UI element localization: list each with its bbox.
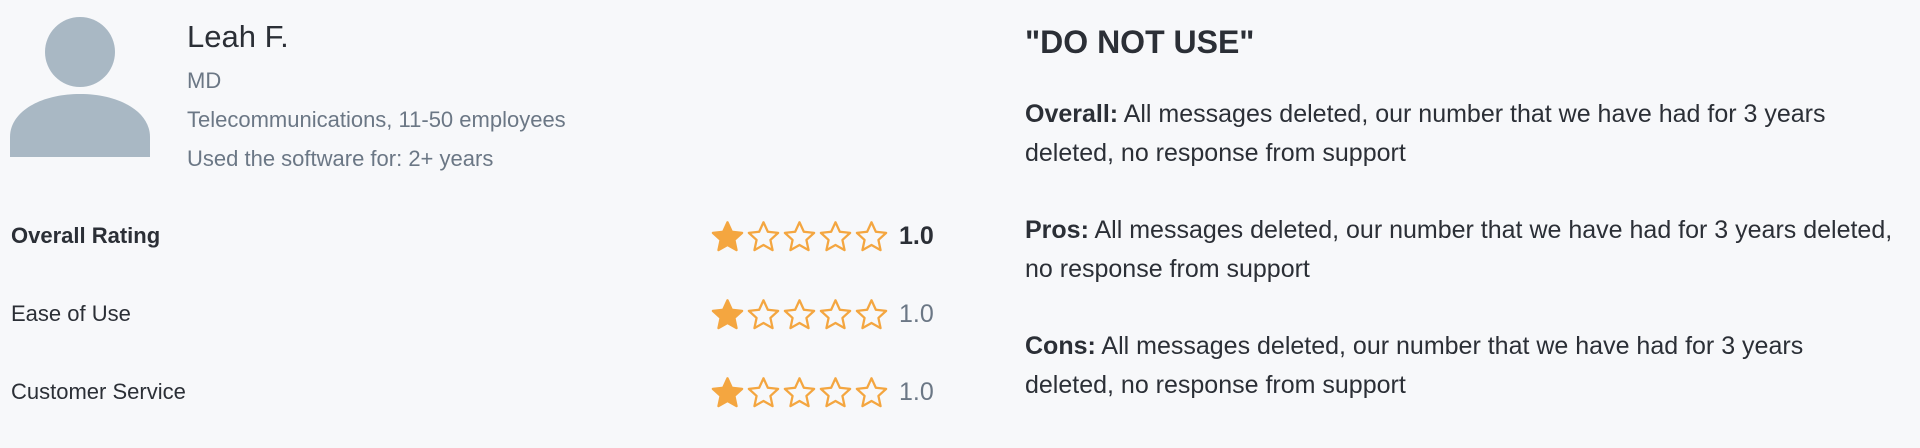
rating-value: 1.0 <box>899 222 934 250</box>
rating-row-customer-service: Customer Service 1.0 <box>11 370 935 448</box>
rating-row-overall: Overall Rating 1.0 <box>11 214 935 292</box>
reviewer-role: MD <box>187 68 222 93</box>
star-empty-icon <box>783 298 816 331</box>
star-empty-icon <box>747 220 780 253</box>
ratings-list: Overall Rating 1.0 Ease of Use 1.0 Custo… <box>11 214 935 448</box>
review-title: "DO NOT USE" <box>1025 24 1255 60</box>
star-empty-icon <box>819 220 852 253</box>
rating-label: Customer Service <box>11 379 186 404</box>
review-overall-label: Overall: <box>1025 100 1119 128</box>
star-empty-icon <box>747 376 780 409</box>
star-empty-icon <box>855 220 888 253</box>
star-filled-icon <box>711 298 744 331</box>
star-rating <box>711 298 888 331</box>
star-empty-icon <box>783 220 816 253</box>
reviewer-card: Leah F. MD Telecommunications, 11-50 emp… <box>10 17 930 177</box>
reviewer-company: Telecommunications, 11-50 employees <box>187 107 566 132</box>
star-filled-icon <box>711 376 744 409</box>
rating-label: Ease of Use <box>11 301 131 326</box>
rating-label: Overall Rating <box>11 223 161 248</box>
star-empty-icon <box>747 298 780 331</box>
star-empty-icon <box>855 298 888 331</box>
star-empty-icon <box>783 376 816 409</box>
review-overall: Overall: All messages deleted, our numbe… <box>1025 95 1895 172</box>
star-empty-icon <box>819 298 852 331</box>
review-pros-text: All messages deleted, our number that we… <box>1025 216 1893 283</box>
review-pros-label: Pros: <box>1025 216 1089 244</box>
star-rating <box>711 376 888 409</box>
rating-value: 1.0 <box>899 378 934 406</box>
review-content: "DO NOT USE" Overall: All messages delet… <box>1025 20 1905 443</box>
rating-row-ease-of-use: Ease of Use 1.0 <box>11 292 935 370</box>
star-rating <box>711 220 888 253</box>
reviewer-name: Leah F. <box>187 19 289 54</box>
review-pros: Pros: All messages deleted, our number t… <box>1025 211 1895 288</box>
reviewer-info: Leah F. MD Telecommunications, 11-50 emp… <box>187 17 566 173</box>
star-empty-icon <box>855 376 888 409</box>
review-cons-label: Cons: <box>1025 332 1096 360</box>
rating-value: 1.0 <box>899 300 934 328</box>
avatar <box>10 17 150 157</box>
review-overall-text: All messages deleted, our number that we… <box>1025 100 1826 167</box>
review-cons-text: All messages deleted, our number that we… <box>1025 332 1804 399</box>
star-empty-icon <box>819 376 852 409</box>
reviewer-usage: Used the software for: 2+ years <box>187 146 494 171</box>
star-filled-icon <box>711 220 744 253</box>
user-silhouette-icon <box>10 17 150 157</box>
review-cons: Cons: All messages deleted, our number t… <box>1025 327 1895 404</box>
